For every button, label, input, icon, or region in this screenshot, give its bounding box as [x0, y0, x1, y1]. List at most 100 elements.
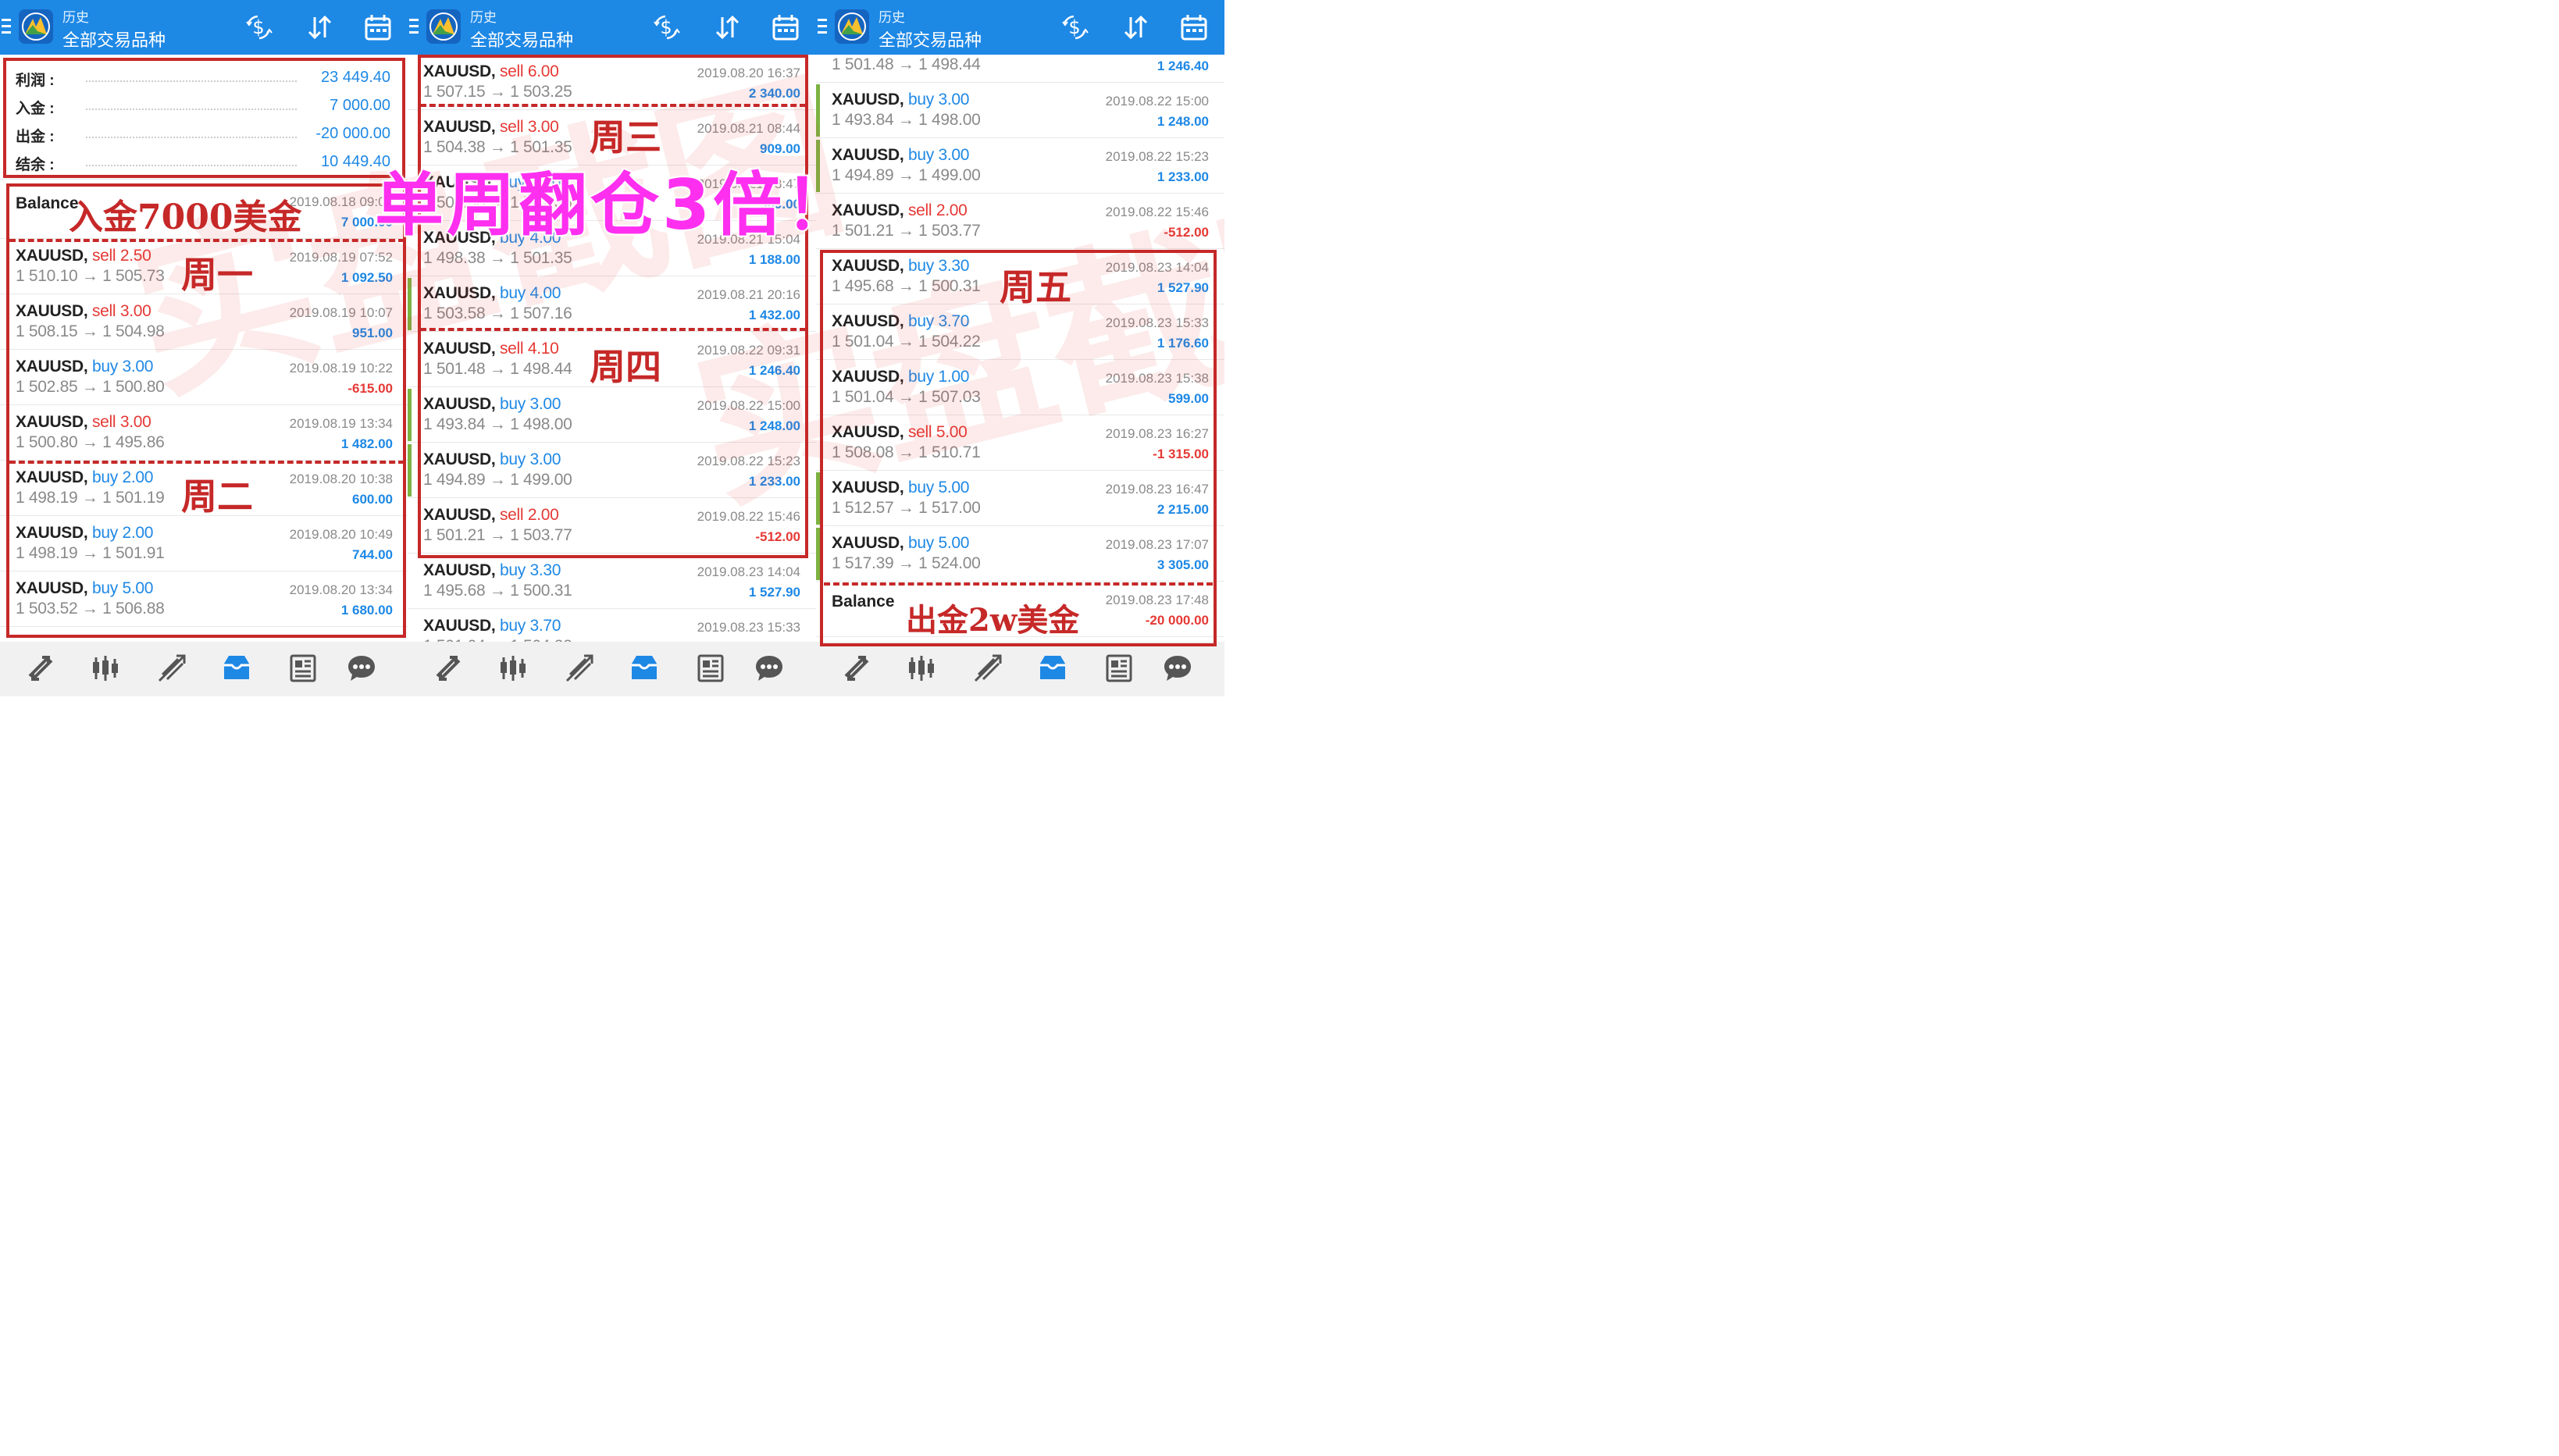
calendar-icon[interactable] [363, 12, 393, 42]
deal-profit: 1 527.90 [748, 585, 800, 600]
deal-prices: 1 501.48 → 1 498.44 [832, 55, 981, 73]
deal-datetime: 2019.08.22 15:23 [1105, 149, 1209, 164]
news-nav-icon[interactable] [694, 653, 725, 684]
menu-icon[interactable] [818, 19, 827, 34]
header-subtitle: 历史 [62, 10, 89, 25]
symbol-text: XAUUSD [423, 617, 491, 635]
news-nav-icon[interactable] [287, 653, 318, 684]
chat-nav-icon[interactable] [754, 653, 785, 684]
metatrader-logo-icon [426, 9, 461, 44]
buy-marker [408, 444, 412, 497]
chart-nav-icon[interactable] [497, 653, 529, 684]
svg-text:$: $ [1068, 16, 1080, 38]
chart-nav-icon[interactable] [90, 653, 121, 684]
deal-volume: 3.00 [938, 146, 970, 164]
bottom-nav [408, 642, 816, 696]
thursday-annotation: 周四 [590, 346, 661, 388]
deal-row[interactable]: XAUUSD, buy 3.701 501.04 → 1 504.222019.… [408, 609, 816, 642]
quotes-nav-icon[interactable] [841, 653, 872, 684]
friday-annotation: 周五 [1000, 266, 1071, 308]
deal-type: buy [499, 561, 526, 579]
deal-title: XAUUSD, buy 3.00 [832, 91, 969, 109]
deal-title: XAUUSD, buy 3.70 [423, 617, 561, 635]
day-divider [9, 239, 405, 242]
header-subtitle: 历史 [879, 10, 905, 25]
deal-type: buy [907, 146, 934, 164]
deal-prices: 1 495.68 → 1 500.31 [423, 582, 572, 600]
quotes-nav-icon[interactable] [433, 653, 464, 684]
deal-datetime: 2019.08.23 14:04 [697, 564, 800, 579]
deal-type: buy [907, 91, 934, 109]
currency-filter-icon[interactable]: $ [651, 12, 681, 42]
currency-filter-icon[interactable]: $ [244, 12, 273, 42]
chart-nav-icon[interactable] [906, 653, 937, 684]
headline-banner: 单周翻仓3倍！ [373, 163, 857, 247]
bottom-nav [816, 642, 1224, 696]
trade-nav-icon[interactable] [156, 653, 187, 684]
chat-nav-icon[interactable] [346, 653, 377, 684]
deal-profit: 1 248.00 [1157, 114, 1209, 129]
separator: , [899, 146, 908, 164]
buy-marker [816, 84, 820, 137]
history-nav-icon[interactable] [1037, 653, 1068, 684]
separator: , [490, 617, 500, 635]
deal-type: buy [499, 617, 526, 635]
deal-row[interactable]: XAUUSD, buy 3.00 1 493.84 → 1 498.00 2019.… [816, 83, 1224, 138]
separator: , [899, 91, 908, 109]
separator: , [899, 201, 908, 219]
deal-prices: 1 493.84 → 1 498.00 [832, 111, 981, 129]
buy-marker [408, 278, 412, 330]
header-title: 全部交易品种 [470, 30, 574, 50]
deal-volume: 3.00 [938, 91, 970, 109]
deal-row[interactable]: XAUUSD, buy 3.30 1 495.68 → 1 500.31 2019.… [408, 554, 816, 609]
app-header: 历史 全部交易品种 $ [408, 0, 816, 55]
currency-filter-icon[interactable]: $ [1060, 12, 1089, 42]
summary-highlight-box [3, 58, 405, 178]
deal-datetime: 2019.08.22 15:46 [1105, 205, 1209, 219]
day-divider [420, 104, 806, 107]
header-subtitle: 历史 [470, 10, 497, 25]
svg-text:$: $ [252, 16, 264, 38]
menu-icon[interactable] [409, 19, 419, 34]
deal-row[interactable]: XAUUSD, buy 3.00 1 494.89 → 1 499.00 2019.… [816, 138, 1224, 194]
menu-icon[interactable] [2, 19, 11, 34]
quotes-nav-icon[interactable] [25, 653, 56, 684]
calendar-icon[interactable] [1179, 12, 1209, 42]
bottom-nav [0, 642, 408, 696]
day-divider [9, 461, 405, 464]
symbol-text: XAUUSD [832, 91, 900, 109]
sort-icon[interactable] [305, 12, 334, 42]
deal-profit: -512.00 [1164, 225, 1209, 240]
deal-row[interactable]: XAUUSD, sell 4.101 501.48 → 1 498.442019… [816, 55, 1224, 83]
app-header: 历史 全部交易品种 $ [0, 0, 408, 55]
deal-title: XAUUSD, buy 3.30 [423, 561, 561, 580]
app-header: 历史 全部交易品种 $ [816, 0, 1224, 55]
metatrader-logo-icon [835, 9, 869, 44]
deal-row[interactable]: XAUUSD, sell 2.00 1 501.21 → 1 503.77 2019… [816, 194, 1224, 249]
deal-type: sell [907, 201, 932, 219]
deal-volume: 3.70 [529, 617, 561, 635]
deal-datetime: 2019.08.22 15:00 [1105, 94, 1209, 109]
calendar-icon[interactable] [771, 12, 800, 42]
chat-nav-icon[interactable] [1162, 653, 1193, 684]
news-nav-icon[interactable] [1103, 653, 1134, 684]
header-title: 全部交易品种 [62, 30, 166, 50]
deposit-annotation: 入金7000美金 [69, 198, 302, 237]
monday-annotation: 周一 [181, 254, 253, 296]
day-divider [824, 582, 1213, 586]
history-nav-icon[interactable] [221, 653, 252, 684]
header-title: 全部交易品种 [879, 30, 982, 50]
trade-nav-icon[interactable] [564, 653, 595, 684]
sort-icon[interactable] [712, 12, 742, 42]
buy-marker [408, 389, 412, 441]
deal-volume: 2.00 [936, 201, 968, 219]
svg-text:$: $ [660, 16, 672, 38]
screenshot-collage: 历史 全部交易品种 $ 利润 :23 449.40 入金 :7 000.00 出… [0, 0, 1224, 696]
sort-icon[interactable] [1121, 12, 1150, 42]
deal-profit: 1 233.00 [1157, 169, 1209, 184]
symbol-text: XAUUSD [423, 561, 491, 579]
history-nav-icon[interactable] [629, 653, 660, 684]
withdraw-annotation: 出金2w美金 [906, 602, 1080, 639]
trade-nav-icon[interactable] [972, 653, 1003, 684]
deal-volume: 3.30 [529, 561, 561, 579]
